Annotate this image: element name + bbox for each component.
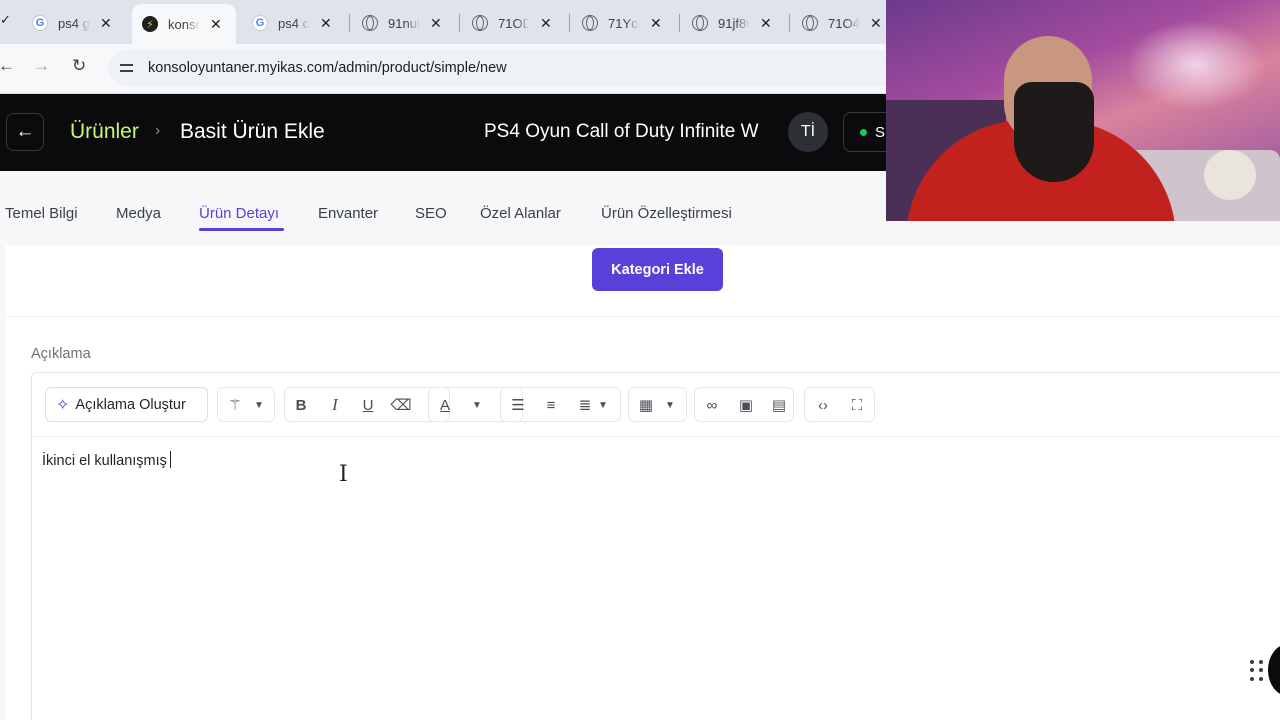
tab-separator xyxy=(459,14,460,32)
close-icon[interactable]: ✕ xyxy=(650,15,662,32)
browser-tab-title: 71YcL xyxy=(608,15,640,31)
close-icon[interactable]: ✕ xyxy=(320,15,332,32)
globe-icon xyxy=(362,15,378,31)
description-label: Açıklama xyxy=(31,346,91,362)
tab-separator xyxy=(679,14,680,32)
align-icon[interactable]: ≣ xyxy=(575,395,595,415)
avatar[interactable]: Tİ xyxy=(788,112,828,152)
code-icon[interactable]: ‹› xyxy=(813,395,833,415)
chevron-down-icon[interactable]: ▼ xyxy=(593,395,613,415)
site-settings-icon[interactable] xyxy=(118,60,136,76)
sparkle-icon: ✧ xyxy=(56,396,70,414)
tab-seo[interactable]: SEO xyxy=(415,205,447,222)
browser-tab-title: 91jf8v xyxy=(718,15,750,31)
editor-toolbar: ✧ Açıklama Oluştur ⚚ ▼ B I U ⌫ A ▼ ☰ ≡ ≣… xyxy=(32,373,1280,437)
globe-icon xyxy=(692,15,708,31)
chevron-down-icon[interactable]: ▼ xyxy=(467,395,487,415)
tab-urun-detayi[interactable]: Ürün Detayı xyxy=(199,205,279,222)
close-icon[interactable]: ✕ xyxy=(100,15,112,32)
italic-icon[interactable]: I xyxy=(325,395,345,415)
text-color-icon[interactable]: A xyxy=(435,395,455,415)
globe-icon xyxy=(802,15,818,31)
tab-urun-ozellestirmesi[interactable]: Ürün Özelleştirmesi xyxy=(601,205,732,222)
browser-tab[interactable]: 71YcL ✕ xyxy=(572,6,670,40)
breadcrumb-chevron-icon: › xyxy=(155,122,161,139)
close-icon[interactable]: ✕ xyxy=(210,16,222,33)
active-tab-indicator xyxy=(199,228,284,231)
back-arrow-icon[interactable]: ← xyxy=(0,56,15,76)
browser-tab-title: ps4 c xyxy=(278,15,310,31)
image-icon[interactable]: ▣ xyxy=(736,395,756,415)
add-category-button[interactable]: Kategori Ekle xyxy=(592,248,723,291)
generate-description-label: Açıklama Oluştur xyxy=(75,396,186,413)
tab-medya[interactable]: Medya xyxy=(116,205,161,222)
generate-description-button[interactable]: ✧ Açıklama Oluştur xyxy=(45,387,208,422)
browser-tab-title: ps4 g xyxy=(58,15,90,31)
browser-tab-title: 91nul xyxy=(388,15,420,31)
chevron-down-icon[interactable]: ▼ xyxy=(249,395,269,415)
tab-separator xyxy=(349,14,350,32)
browser-tab[interactable]: 71O4I ✕ xyxy=(792,6,890,40)
browser-tab-title: 71OD xyxy=(498,15,530,31)
close-icon[interactable]: ✕ xyxy=(760,15,772,32)
breadcrumb-products[interactable]: Ürünler xyxy=(70,120,139,144)
tab-ozel-alanlar[interactable]: Özel Alanlar xyxy=(480,205,561,222)
video-icon[interactable]: ▤ xyxy=(769,395,789,415)
browser-tab-title: konso xyxy=(168,16,200,32)
underline-icon[interactable]: U xyxy=(358,395,378,415)
text-cursor-icon: I xyxy=(339,462,348,487)
back-button[interactable]: ← xyxy=(6,113,44,151)
browser-tab[interactable]: 91jf8v ✕ xyxy=(682,6,780,40)
magic-wand-icon[interactable]: ⚚ xyxy=(225,395,245,415)
cat xyxy=(1204,150,1256,200)
close-icon[interactable]: ✕ xyxy=(870,15,882,32)
close-icon[interactable]: ✕ xyxy=(430,15,442,32)
url-text[interactable]: konsoloyuntaner.myikas.com/admin/product… xyxy=(148,60,507,76)
browser-tab[interactable]: 71OD ✕ xyxy=(462,6,560,40)
browser-tab-active[interactable]: ⚡ konso ✕ xyxy=(132,4,236,44)
browser-tab[interactable]: 91nul ✕ xyxy=(352,6,450,40)
page-title: Basit Ürün Ekle xyxy=(180,120,325,143)
bolt-icon: ⚡ xyxy=(142,16,158,32)
person-beard xyxy=(1014,82,1094,182)
fullscreen-icon[interactable]: ⛶ xyxy=(847,395,867,415)
tab-search-chevron-icon[interactable]: ✓ xyxy=(0,12,11,28)
screen: ✓ G ps4 g ✕ ⚡ konso ✕ G ps4 c ✕ 91nul ✕ … xyxy=(0,0,1280,720)
section-divider xyxy=(6,316,1280,317)
globe-icon xyxy=(582,15,598,31)
status-label: S xyxy=(875,123,886,141)
webcam-overlay xyxy=(886,0,1280,221)
tab-envanter[interactable]: Envanter xyxy=(318,205,378,222)
google-icon: G xyxy=(252,15,268,31)
browser-tab-title: 71O4I xyxy=(828,15,860,31)
tab-temel-bilgi[interactable]: Temel Bilgi xyxy=(5,205,78,222)
tab-separator xyxy=(789,14,790,32)
google-icon: G xyxy=(32,15,48,31)
browser-tab[interactable]: G ps4 g ✕ xyxy=(22,6,120,40)
reload-icon[interactable]: ↻ xyxy=(72,56,86,76)
bullet-list-icon[interactable]: ☰ xyxy=(508,395,528,415)
drag-handle-icon[interactable] xyxy=(1250,660,1264,682)
description-text: İkinci el kullanışmış xyxy=(42,453,167,469)
eraser-icon[interactable]: ⌫ xyxy=(390,395,411,415)
chevron-down-icon[interactable]: ▼ xyxy=(660,395,680,415)
close-icon[interactable]: ✕ xyxy=(540,15,552,32)
globe-icon xyxy=(472,15,488,31)
description-text-area[interactable]: İkinci el kullanışmış xyxy=(42,451,171,469)
table-icon[interactable]: ▦ xyxy=(636,395,656,415)
browser-tab[interactable]: G ps4 c ✕ xyxy=(242,6,340,40)
bold-icon[interactable]: B xyxy=(291,395,311,415)
status-dot-icon xyxy=(860,128,867,136)
forward-arrow-icon[interactable]: → xyxy=(33,56,50,76)
wall-light xyxy=(1126,20,1266,110)
description-editor: ✧ Açıklama Oluştur ⚚ ▼ B I U ⌫ A ▼ ☰ ≡ ≣… xyxy=(31,372,1280,720)
numbered-list-icon[interactable]: ≡ xyxy=(541,395,561,415)
product-name: PS4 Oyun Call of Duty Infinite W xyxy=(484,121,759,142)
link-icon[interactable]: ∞ xyxy=(702,395,722,415)
text-caret xyxy=(169,451,171,468)
tab-separator xyxy=(569,14,570,32)
